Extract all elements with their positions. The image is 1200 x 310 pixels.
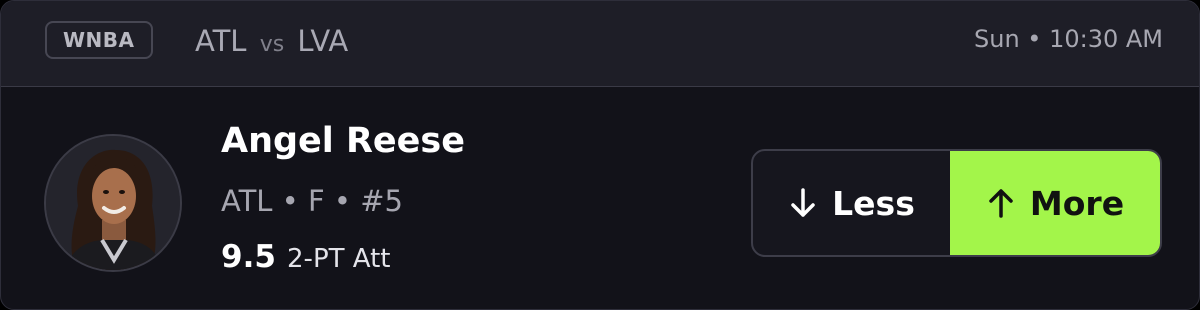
arrow-down-icon [791,188,815,217]
vs-label: vs [259,32,285,57]
stat-label: 2-PT Att [287,244,391,274]
player-avatar [44,134,182,272]
league-badge: WNBA [45,21,153,59]
home-team: ATL [195,24,247,58]
line-value: 9.5 [221,239,276,275]
pick-selector: Less More [751,149,1162,257]
less-button[interactable]: Less [753,151,950,255]
more-button[interactable]: More [950,151,1160,255]
player-name: Angel Reese [221,121,465,161]
less-label: Less [832,183,915,223]
away-team: LVA [297,24,349,58]
more-label: More [1029,183,1125,223]
game-time: Sun • 10:30 AM [974,25,1163,53]
matchup: ATL vs LVA [195,24,348,58]
projection-card: WNBA ATL vs LVA Sun • 10:30 AM Angel Ree… [0,0,1200,310]
game-header: WNBA ATL vs LVA Sun • 10:30 AM [1,1,1199,87]
arrow-up-icon [989,189,1013,218]
player-meta: ATL • F • #5 [221,184,403,218]
league-label: WNBA [63,28,135,52]
player-photo-icon [46,136,180,270]
stat-line: 9.5 2-PT Att [221,239,390,275]
